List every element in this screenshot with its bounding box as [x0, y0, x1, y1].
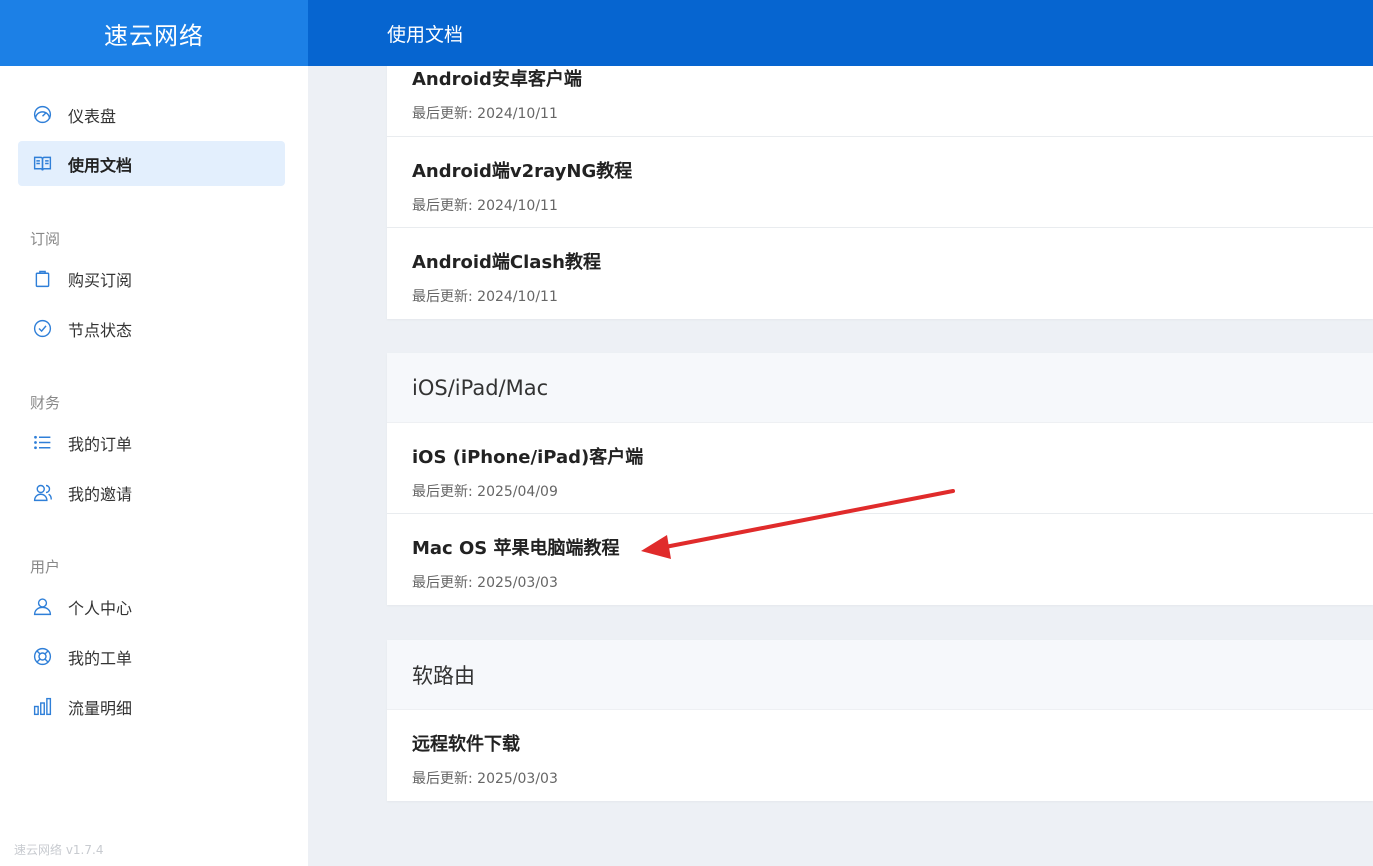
sidebar-item-docs[interactable]: 使用文档 [18, 141, 285, 186]
version-label: 速云网络 v1.7.4 [14, 843, 104, 857]
sidebar-item-label: 节点状态 [68, 320, 133, 340]
shopping-bag-icon [30, 267, 54, 291]
sidebar-item-profile[interactable]: 个人中心 [18, 584, 285, 629]
doc-item[interactable]: 远程软件下载 最后更新: 2025/03/03 [387, 710, 1373, 801]
doc-item[interactable]: Mac OS 苹果电脑端教程 最后更新: 2025/03/03 [387, 514, 1373, 605]
sidebar-item-label: 我的邀请 [68, 484, 133, 504]
sidebar-item-buy-subscription[interactable]: 购买订阅 [18, 256, 285, 301]
main-content[interactable]: Android安卓客户端 最后更新: 2024/10/11 Android端v2… [308, 66, 1373, 866]
doc-title: Android端v2rayNG教程 [412, 161, 633, 182]
sidebar-item-label: 我的订单 [68, 434, 133, 454]
doc-title: Android端Clash教程 [412, 252, 601, 273]
sidebar-item-label: 使用文档 [68, 155, 133, 175]
check-circle-icon [30, 317, 54, 341]
doc-updated-date: 最后更新: 2024/10/11 [412, 198, 558, 214]
sidebar-item-my-invites[interactable]: 我的邀请 [18, 470, 285, 515]
doc-group-title: 软路由 [387, 640, 1373, 710]
sidebar-item-node-status[interactable]: 节点状态 [18, 306, 285, 351]
doc-item[interactable]: iOS (iPhone/iPad)客户端 最后更新: 2025/04/09 [387, 423, 1373, 514]
section-title-finance: 财务 [30, 394, 61, 412]
sidebar-item-traffic-details[interactable]: 流量明细 [18, 684, 285, 729]
sidebar: 仪表盘 使用文档 订阅 购买订阅 节点状态 财务 我的订单 我的邀请 用户 个人… [0, 66, 308, 866]
doc-updated-date: 最后更新: 2024/10/11 [412, 106, 558, 122]
sidebar-item-tickets[interactable]: 我的工单 [18, 634, 285, 679]
doc-group-soft-router: 软路由 远程软件下载 最后更新: 2025/03/03 [387, 640, 1373, 801]
doc-title: 远程软件下载 [412, 734, 520, 755]
doc-title: Mac OS 苹果电脑端教程 [412, 538, 620, 559]
user-icon [30, 595, 54, 619]
book-icon [30, 152, 54, 176]
doc-title: Android安卓客户端 [412, 69, 582, 90]
doc-item[interactable]: Android安卓客户端 最后更新: 2024/10/11 [387, 66, 1373, 137]
brand-logo[interactable]: 速云网络 [0, 0, 308, 66]
dashboard-icon [30, 103, 54, 127]
doc-group-android: Android安卓客户端 最后更新: 2024/10/11 Android端v2… [387, 66, 1373, 319]
sidebar-item-dashboard[interactable]: 仪表盘 [18, 92, 285, 137]
top-bar: 使用文档 [308, 0, 1373, 66]
doc-updated-date: 最后更新: 2025/03/03 [412, 771, 558, 787]
sidebar-item-label: 我的工单 [68, 648, 133, 668]
doc-item[interactable]: Android端v2rayNG教程 最后更新: 2024/10/11 [387, 137, 1373, 228]
sidebar-item-label: 仪表盘 [68, 106, 117, 126]
doc-updated-date: 最后更新: 2025/03/03 [412, 575, 558, 591]
doc-group-ios: iOS/iPad/Mac iOS (iPhone/iPad)客户端 最后更新: … [387, 353, 1373, 605]
doc-title: iOS (iPhone/iPad)客户端 [412, 447, 644, 468]
doc-group-title: iOS/iPad/Mac [387, 353, 1373, 423]
bar-chart-icon [30, 695, 54, 719]
sidebar-item-label: 购买订阅 [68, 270, 133, 290]
sidebar-item-my-orders[interactable]: 我的订单 [18, 420, 285, 465]
users-icon [30, 481, 54, 505]
page-title: 使用文档 [387, 23, 464, 46]
sidebar-item-label: 流量明细 [68, 698, 133, 718]
doc-updated-date: 最后更新: 2024/10/11 [412, 289, 558, 305]
doc-item[interactable]: Android端Clash教程 最后更新: 2024/10/11 [387, 228, 1373, 319]
lifebuoy-icon [30, 645, 54, 669]
list-icon [30, 431, 54, 455]
section-title-user: 用户 [30, 558, 61, 576]
doc-updated-date: 最后更新: 2025/04/09 [412, 484, 558, 500]
sidebar-item-label: 个人中心 [68, 598, 133, 618]
section-title-subscription: 订阅 [30, 230, 61, 248]
